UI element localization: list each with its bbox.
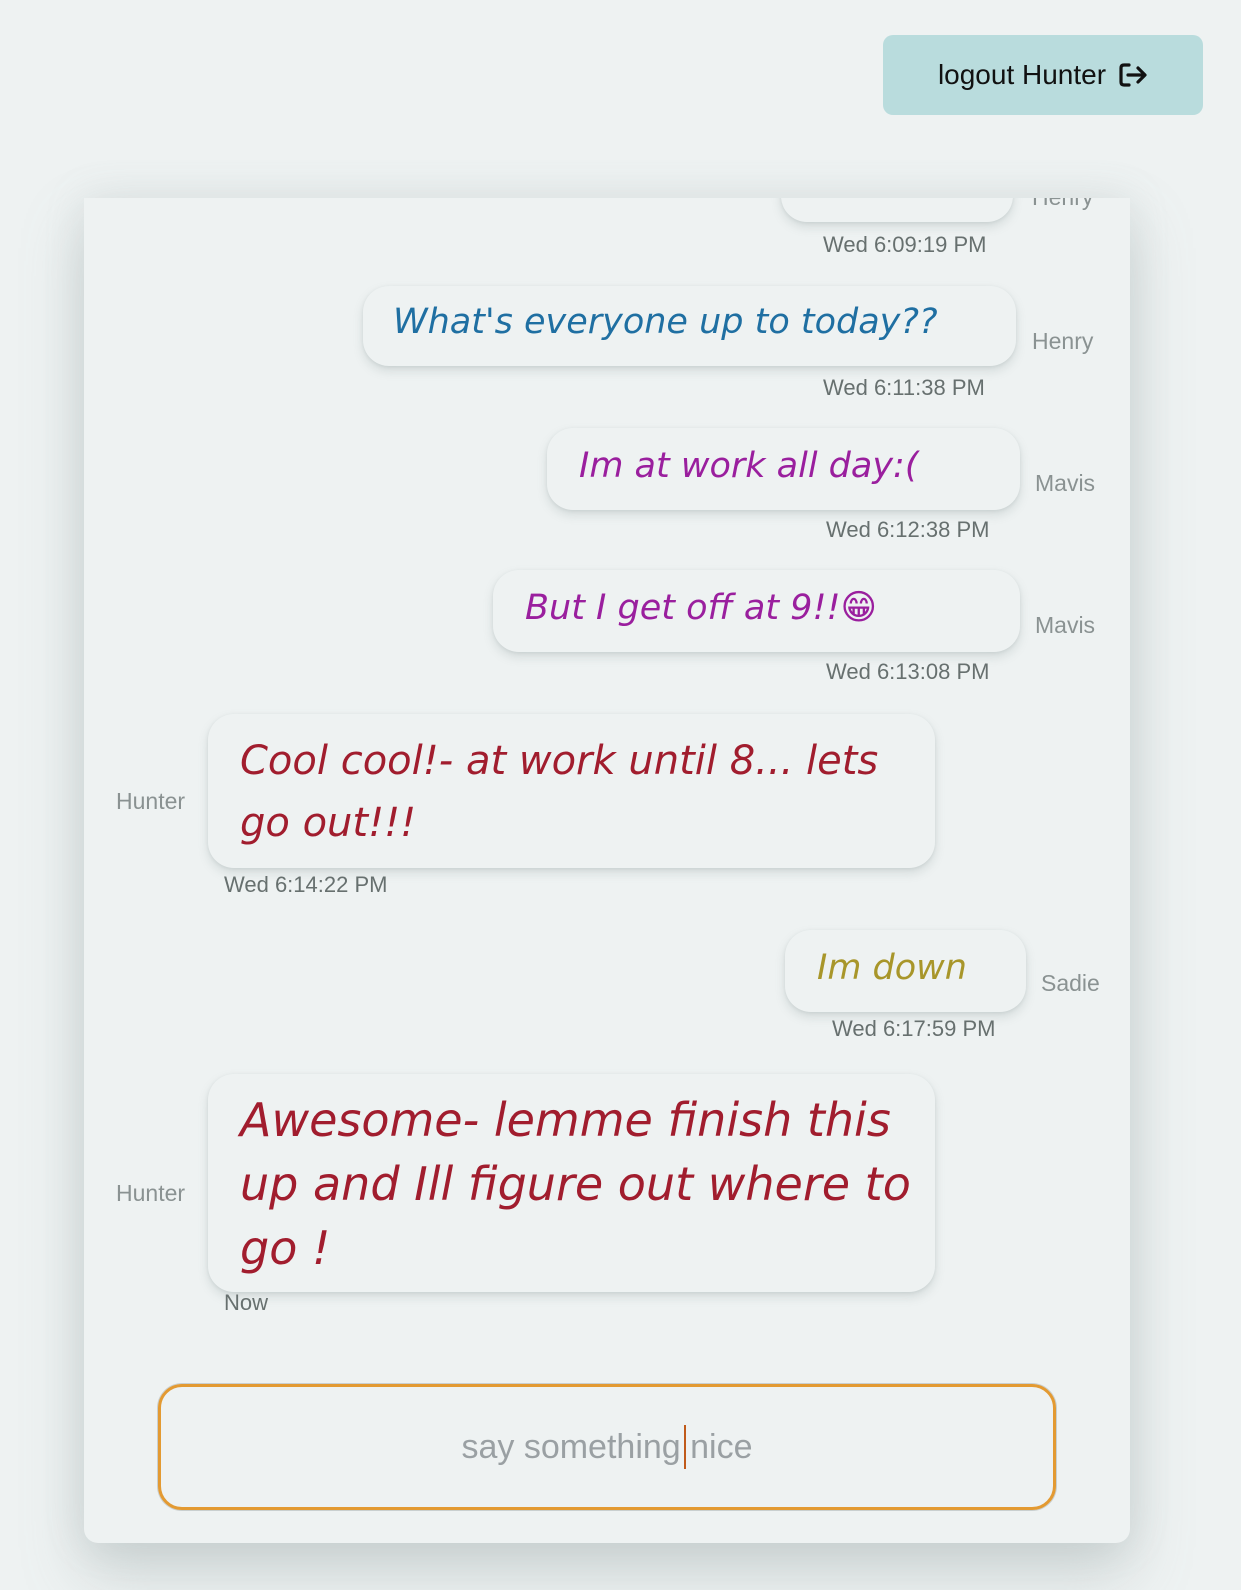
message-bubble: Cool cool!- at work until 8... lets go o… [208, 714, 935, 868]
message-timestamp: Wed 6:09:19 PM [823, 232, 987, 257]
message-text: Awesome- lemme finish this up and Ill fi… [240, 1093, 911, 1275]
chat-panel[interactable]: Henry Wed 6:09:19 PM What's everyone up … [84, 198, 1130, 1543]
message-author: Henry [1032, 328, 1094, 354]
logout-button[interactable]: logout Hunter [883, 35, 1203, 115]
message-bubble: Im at work all day:( [547, 428, 1020, 510]
message-author: Henry [1032, 198, 1093, 211]
message-bubble: Im down [785, 930, 1026, 1012]
message-timestamp: Wed 6:14:22 PM [224, 872, 388, 897]
message-bubble [781, 198, 1013, 222]
message-timestamp: Wed 6:13:08 PM [826, 659, 990, 684]
message-author: Hunter [116, 1180, 186, 1206]
message-bubble: But I get off at 9!!😁 [493, 570, 1020, 652]
message-text: Im at work all day:( [579, 446, 919, 486]
message-author: Sadie [1041, 970, 1100, 996]
message-bubble: What's everyone up to today?? [363, 286, 1016, 366]
message-text: Cool cool!- at work until 8... lets go o… [240, 738, 879, 846]
message-author: Mavis [1035, 470, 1096, 496]
message-input[interactable] [161, 1386, 1053, 1508]
logout-label: logout Hunter [937, 59, 1107, 90]
sign-out-icon [1119, 63, 1147, 87]
message-input-box[interactable] [158, 1384, 1056, 1510]
message-timestamp: Now [224, 1290, 269, 1315]
message-text: What's everyone up to today?? [393, 302, 938, 342]
message-bubble: Awesome- lemme finish this up and Ill fi… [208, 1074, 935, 1292]
message-author: Mavis [1035, 612, 1096, 638]
message-timestamp: Wed 6:17:59 PM [832, 1016, 996, 1041]
message-timestamp: Wed 6:12:38 PM [826, 517, 990, 542]
message-timestamp: Wed 6:11:38 PM [823, 375, 985, 400]
message-author: Hunter [116, 788, 186, 814]
message-text: Im down [817, 948, 967, 988]
text-cursor [684, 1425, 686, 1469]
message-text: But I get off at 9!!😁 [525, 588, 877, 628]
